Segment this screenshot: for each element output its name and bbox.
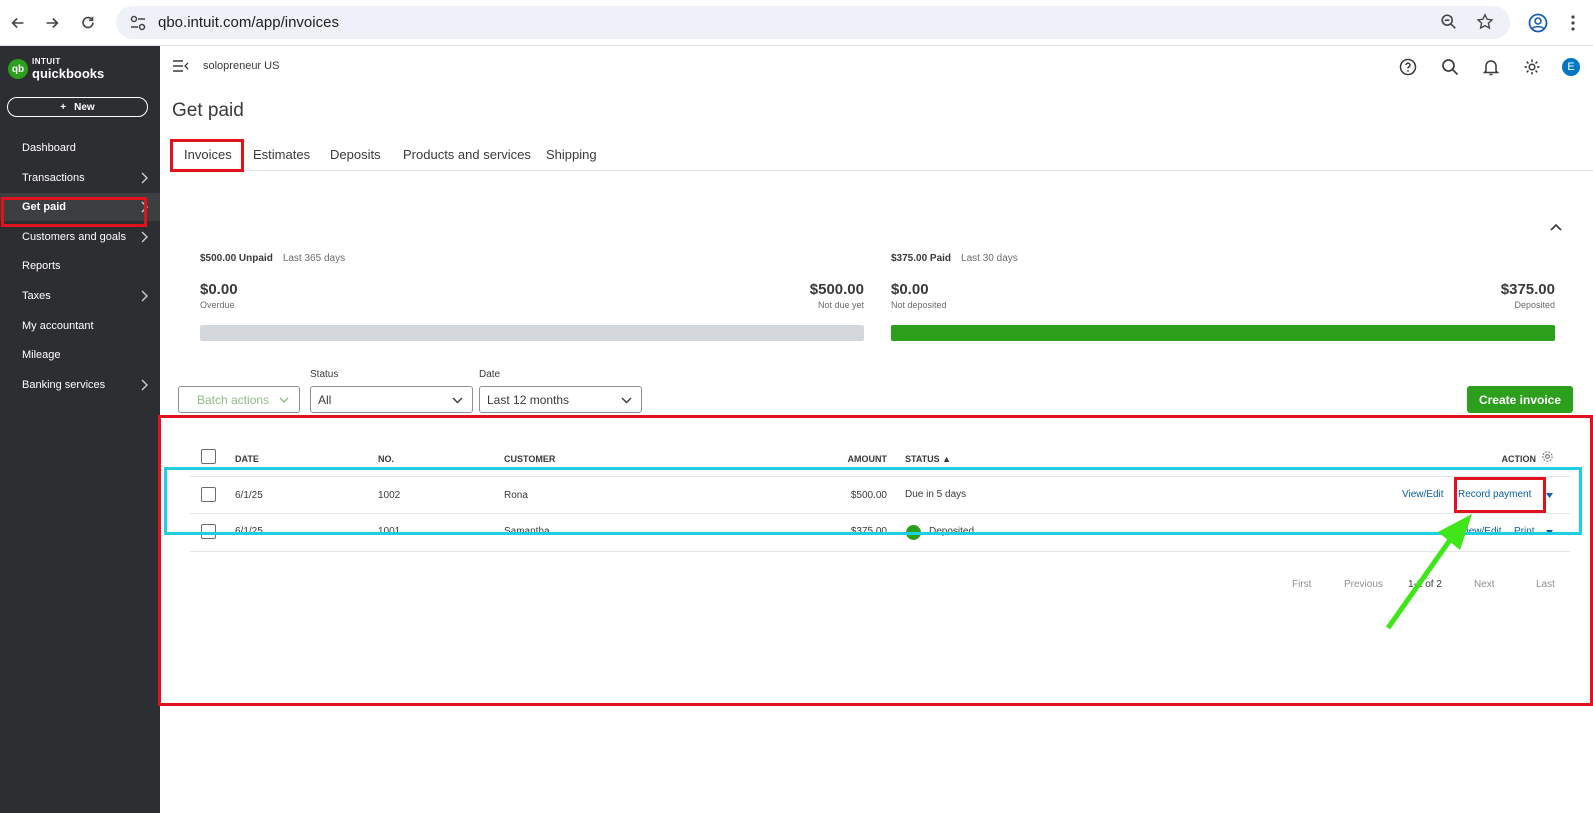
back-icon[interactable]: [1, 6, 35, 40]
unpaid-heading: $500.00 Unpaid: [200, 253, 273, 264]
deposited-label: Deposited: [1514, 300, 1555, 310]
sidebar-item-label: Transactions: [22, 172, 85, 184]
sidebar-item-taxes[interactable]: Taxes: [0, 282, 160, 310]
sidebar-item-banking-services[interactable]: Banking services: [0, 371, 160, 399]
tab-deposits[interactable]: Deposits: [330, 147, 381, 162]
not-deposited-amount: $0.00: [891, 281, 929, 298]
collapse-menu-icon[interactable]: [172, 58, 190, 74]
logo-brand-top: INTUIT: [32, 57, 61, 66]
paid-period: Last 30 days: [961, 253, 1018, 264]
tab-estimates[interactable]: Estimates: [253, 147, 310, 162]
annotation-highlight-record-payment: [1454, 477, 1546, 513]
unpaid-progress-bar[interactable]: [200, 325, 864, 341]
sidebar-item-reports[interactable]: Reports: [0, 252, 160, 280]
chevron-right-icon: [141, 172, 148, 184]
chevron-down-icon: [621, 397, 632, 404]
tab-products-and-services[interactable]: Products and services: [403, 147, 531, 162]
new-button-label: New: [74, 101, 95, 113]
profile-icon[interactable]: [1527, 12, 1549, 34]
site-settings-icon[interactable]: [128, 13, 148, 33]
sidebar-item-label: Reports: [22, 260, 61, 272]
status-filter-select[interactable]: All: [310, 386, 473, 413]
annotation-highlight-invoices-tab: [170, 139, 244, 172]
deposited-amount: $375.00: [1500, 281, 1555, 298]
sidebar-item-label: Mileage: [22, 349, 61, 361]
sidebar-item-customers-and-goals[interactable]: Customers and goals: [0, 223, 160, 251]
paid-heading: $375.00 Paid: [891, 253, 952, 264]
paid-progress-fill: [891, 325, 1555, 341]
batch-actions-label: Batch actions: [197, 392, 270, 407]
paid-summary-heading: $375.00 Paid Last 30 days: [891, 253, 1018, 264]
overdue-amount: $0.00: [200, 281, 238, 298]
create-invoice-button[interactable]: Create invoice: [1467, 386, 1573, 413]
sidebar-item-mileage[interactable]: Mileage: [0, 341, 160, 369]
chevron-right-icon: [141, 231, 148, 243]
settings-gear-icon[interactable]: [1522, 57, 1542, 77]
reload-icon[interactable]: [71, 6, 105, 40]
chevron-down-icon: [279, 397, 289, 403]
sidebar: qb INTUIT quickbooks + New Dashboard Tran…: [0, 46, 160, 813]
sidebar-item-transactions[interactable]: Transactions: [0, 164, 160, 192]
date-filter-select[interactable]: Last 12 months: [479, 386, 642, 413]
sidebar-item-label: Dashboard: [22, 142, 76, 154]
chevron-down-icon: [452, 397, 463, 404]
status-filter-label: Status: [310, 369, 339, 380]
tab-bar: Invoices Estimates Deposits Products and…: [172, 138, 1593, 171]
chevron-up-icon[interactable]: [1549, 220, 1563, 234]
overdue-label: Overdue: [200, 300, 235, 310]
annotation-highlight-rows: [164, 467, 1582, 535]
company-name[interactable]: solopreneur US: [203, 60, 279, 72]
quickbooks-logo[interactable]: qb INTUIT quickbooks: [8, 58, 104, 80]
status-filter-value: All: [318, 392, 332, 407]
sidebar-item-label: Taxes: [22, 290, 51, 302]
sidebar-item-dashboard[interactable]: Dashboard: [0, 134, 160, 162]
search-icon[interactable]: [1440, 57, 1460, 77]
address-bar[interactable]: qbo.intuit.com/app/invoices: [116, 6, 1510, 39]
chevron-right-icon: [141, 379, 148, 391]
help-icon[interactable]: [1398, 57, 1418, 77]
forward-icon[interactable]: [35, 6, 69, 40]
not-deposited-label: Not deposited: [891, 300, 947, 310]
sidebar-item-label: Customers and goals: [22, 231, 126, 243]
date-filter-label: Date: [479, 369, 501, 380]
date-filter-value: Last 12 months: [487, 392, 570, 407]
sidebar-item-my-accountant[interactable]: My accountant: [0, 312, 160, 340]
batch-actions-dropdown[interactable]: Batch actions: [178, 386, 300, 413]
tab-shipping[interactable]: Shipping: [546, 147, 597, 162]
user-avatar[interactable]: E: [1562, 58, 1580, 76]
annotation-highlight-get-paid: [1, 197, 147, 227]
unpaid-period: Last 365 days: [282, 253, 346, 264]
browser-menu-icon[interactable]: [1562, 12, 1584, 34]
logo-brand-bottom: quickbooks: [32, 66, 105, 81]
new-button[interactable]: + New: [7, 97, 148, 117]
page-title: Get paid: [172, 100, 244, 121]
browser-toolbar: qbo.intuit.com/app/invoices: [0, 0, 1593, 46]
sidebar-item-label: My accountant: [22, 320, 94, 332]
not-due-amount: $500.00: [809, 281, 864, 298]
annotation-highlight-invoice-table: [158, 415, 1593, 706]
unpaid-summary-heading: $500.00 Unpaid Last 365 days: [200, 253, 345, 264]
sidebar-item-label: Banking services: [22, 379, 106, 391]
annotation-arrow-icon: [1385, 514, 1472, 630]
zoom-icon[interactable]: [1440, 13, 1458, 31]
qb-logo-icon: qb: [8, 59, 28, 79]
plus-icon: +: [60, 101, 67, 113]
not-due-label: Not due yet: [817, 300, 864, 310]
paid-progress-bar[interactable]: [891, 325, 1555, 341]
notifications-bell-icon[interactable]: [1481, 57, 1501, 77]
chevron-right-icon: [141, 290, 148, 302]
url-text[interactable]: qbo.intuit.com/app/invoices: [158, 14, 339, 31]
bookmark-star-icon[interactable]: [1476, 13, 1494, 31]
